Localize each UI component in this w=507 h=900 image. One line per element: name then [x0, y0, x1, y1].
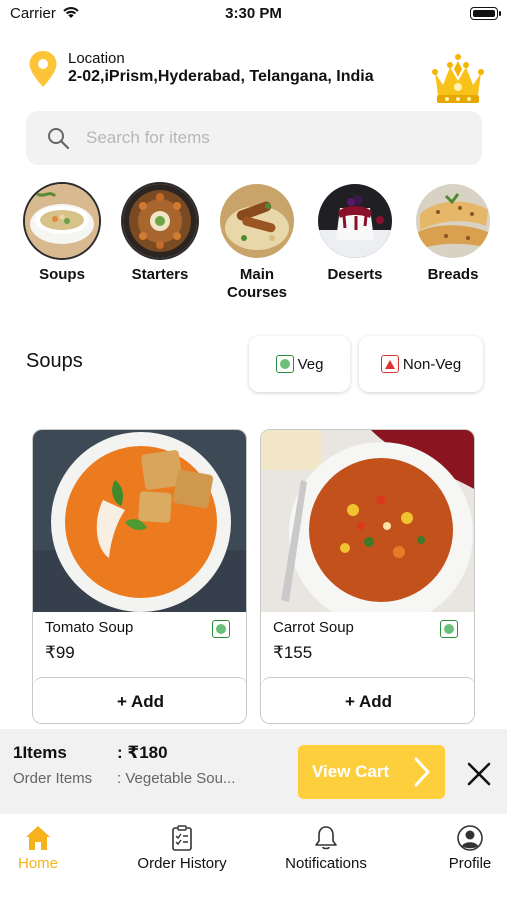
tab-order-history[interactable]: Order History [128, 824, 236, 872]
category-label: Main Courses [226, 266, 288, 301]
item-price: ₹155 [273, 643, 313, 662]
soup-image [25, 184, 99, 258]
location-label: Location [68, 50, 125, 67]
starters-image [123, 184, 197, 258]
chevron-right-icon [414, 757, 430, 787]
cart-item-count: 1Items [13, 743, 67, 762]
item-price: ₹99 [45, 643, 75, 662]
tab-label: Home [17, 855, 58, 872]
tomato-soup-image [33, 430, 246, 612]
tab-notifications[interactable]: Notifications [276, 824, 376, 872]
non-veg-icon [380, 355, 399, 373]
tab-label: Profile [448, 855, 492, 872]
order-items-value: : Vegetable Sou... [117, 770, 236, 787]
carrot-soup-image [261, 430, 474, 612]
profile-icon [457, 825, 483, 851]
category-soups[interactable]: Soups [25, 184, 99, 284]
breads-image [416, 184, 490, 258]
clock: 3:30 PM [225, 5, 282, 22]
crown-icon[interactable] [431, 53, 485, 105]
veg-filter-button[interactable]: Veg [249, 336, 350, 392]
location-pin-icon [29, 51, 57, 87]
view-cart-button[interactable]: View Cart [298, 745, 445, 799]
item-name: Carrot Soup [273, 619, 354, 636]
tab-home[interactable]: Home [10, 824, 66, 872]
tab-profile[interactable]: Profile [440, 824, 500, 872]
status-bar: Carrier 3:30 PM [0, 0, 507, 28]
category-deserts[interactable]: Deserts [318, 184, 392, 284]
veg-icon [440, 620, 458, 638]
search-bar[interactable] [26, 111, 482, 165]
search-icon [48, 128, 70, 150]
veg-filter-label: Veg [297, 355, 324, 373]
close-icon[interactable] [464, 759, 494, 789]
add-button[interactable]: + Add [33, 677, 246, 723]
home-icon [26, 826, 50, 850]
category-label: Soups [39, 266, 85, 283]
bell-icon [315, 826, 337, 850]
item-name: Tomato Soup [45, 619, 134, 636]
category-label: Starters [131, 266, 189, 283]
location-value[interactable]: 2-02,iPrism,Hyderabad, Telangana, India [68, 68, 374, 86]
battery-icon [470, 7, 501, 20]
item-card: Carrot Soup ₹155 + Add [260, 429, 475, 724]
category-starters[interactable]: Starters [123, 184, 197, 284]
add-button[interactable]: + Add [261, 677, 474, 723]
cart-summary-bar: 1Items : ₹180 Order Items : Vegetable So… [0, 729, 507, 814]
non-veg-filter-button[interactable]: Non-Veg [359, 336, 483, 392]
category-main-courses[interactable]: Main Courses [220, 184, 294, 302]
tab-label: Notifications [285, 855, 367, 872]
view-cart-label: View Cart [312, 762, 390, 781]
non-veg-filter-label: Non-Veg [402, 355, 462, 373]
section-title: Soups [26, 350, 83, 372]
deserts-image [318, 184, 392, 258]
category-breads[interactable]: Breads [416, 184, 490, 284]
tab-label: Order History [137, 855, 227, 872]
cart-total: : ₹180 [117, 743, 168, 762]
clipboard-icon [172, 825, 192, 851]
order-items-label: Order Items [13, 770, 93, 787]
item-card: Tomato Soup ₹99 + Add [32, 429, 247, 724]
veg-icon [212, 620, 230, 638]
main-courses-image [220, 184, 294, 258]
bottom-tab-bar: Home Order History Notifications Profile [0, 814, 507, 900]
category-label: Breads [427, 266, 479, 283]
veg-icon [275, 355, 294, 373]
category-label: Deserts [327, 266, 383, 283]
search-input[interactable] [86, 125, 466, 151]
